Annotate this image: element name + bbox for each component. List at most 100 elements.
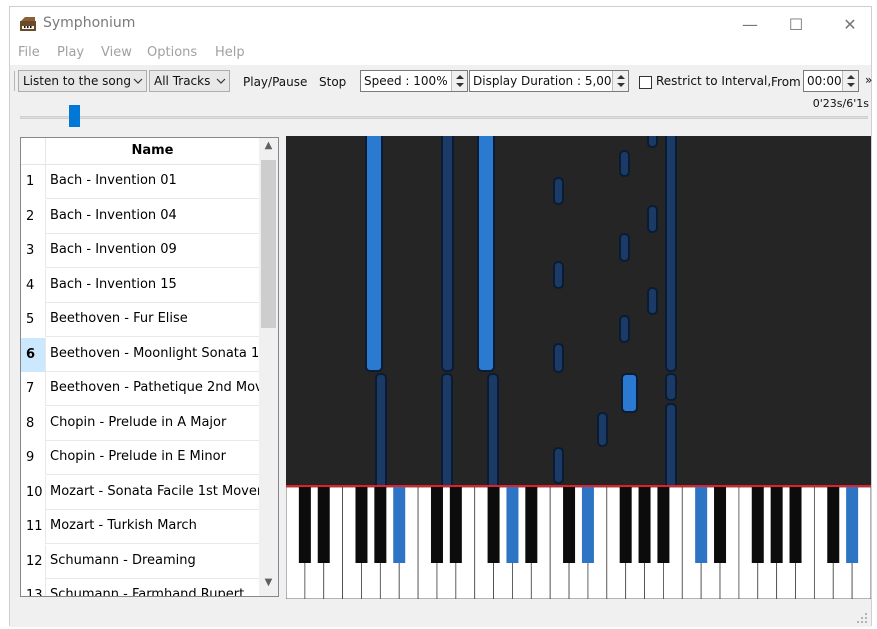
scroll-down-icon[interactable]: ▼ [259, 577, 278, 594]
song-row[interactable]: 2 Bach - Invention 04 [21, 199, 259, 234]
menu-play[interactable]: Play [57, 45, 84, 60]
app-window: Symphonium — ☐ ✕ File Play View Options … [9, 6, 872, 627]
falling-note [621, 373, 638, 413]
play-pause-button[interactable]: Play/Pause [243, 75, 307, 89]
song-row-number: 10 [21, 475, 46, 510]
song-row-title: Bach - Invention 01 [50, 173, 177, 188]
black-key[interactable] [638, 487, 651, 563]
minimize-button[interactable]: — [727, 7, 773, 41]
falling-note [441, 130, 454, 372]
window-title: Symphonium [43, 15, 136, 31]
black-key[interactable] [789, 487, 802, 563]
falling-note [553, 261, 564, 289]
speed-value: Speed : 100% [364, 74, 448, 88]
stop-button[interactable]: Stop [319, 75, 346, 89]
menu-options[interactable]: Options [147, 45, 197, 60]
song-row-title: Schumann - Dreaming [50, 552, 196, 568]
from-label: From [771, 75, 801, 89]
falling-note [553, 343, 564, 373]
black-key[interactable] [827, 487, 840, 563]
pressed-black-key[interactable] [695, 487, 708, 563]
black-key[interactable] [374, 487, 387, 563]
song-row-title: Mozart - Sonata Facile 1st Movement [50, 483, 259, 499]
menu-bar: File Play View Options Help [10, 41, 871, 65]
title-bar: Symphonium — ☐ ✕ [10, 7, 871, 41]
scroll-thumb[interactable] [261, 160, 276, 328]
black-key[interactable] [714, 487, 727, 563]
pressed-black-key[interactable] [846, 487, 859, 563]
song-row-number: 8 [21, 406, 46, 441]
falling-note [647, 205, 658, 233]
spin-arrows-icon [456, 75, 464, 87]
falling-note [597, 412, 608, 447]
song-row[interactable]: 8 Chopin - Prelude in A Major [21, 406, 259, 441]
song-row[interactable]: 3 Bach - Invention 09 [21, 234, 259, 268]
toolbar: Listen to the song All Tracks Play/Pause… [10, 65, 872, 95]
song-row[interactable]: 4 Bach - Invention 15 [21, 268, 259, 303]
piano-app-icon [20, 17, 36, 31]
pressed-black-key[interactable] [506, 487, 519, 563]
black-key[interactable] [430, 487, 443, 563]
black-key[interactable] [355, 487, 368, 563]
tracks-select[interactable]: All Tracks [149, 70, 230, 92]
song-row-title: Schumann - Farmhand Rupert [50, 587, 245, 597]
song-row[interactable]: 1 Bach - Invention 01 [21, 165, 259, 199]
mode-select[interactable]: Listen to the song [18, 70, 147, 92]
song-row-number: 13 [21, 579, 46, 596]
spin-arrows-icon [617, 75, 625, 87]
scroll-up-icon[interactable]: ▲ [259, 140, 278, 157]
seek-slider-handle[interactable] [69, 105, 81, 127]
song-row[interactable]: 5 Beethoven - Fur Elise [21, 303, 259, 337]
song-row[interactable]: 12 Schumann - Dreaming [21, 544, 259, 579]
song-row[interactable]: 10Mozart - Sonata Facile 1st Movement [21, 475, 259, 510]
black-key[interactable] [487, 487, 500, 563]
from-time-spinbox[interactable]: 00:00 [803, 70, 859, 92]
song-row-number: 6 [21, 337, 46, 372]
name-column-header[interactable]: Name [46, 143, 259, 158]
list-scrollbar[interactable]: ▲ ▼ [259, 138, 278, 596]
black-key[interactable] [317, 487, 330, 563]
menu-view[interactable]: View [101, 45, 132, 60]
pressed-black-key[interactable] [581, 487, 594, 563]
resize-grip-icon[interactable] [856, 612, 868, 624]
spin-arrows-icon [847, 75, 855, 87]
menu-file[interactable]: File [18, 45, 40, 60]
song-list: Name 1 Bach - Invention 01 2 Bach - Inventi… [20, 137, 279, 597]
black-key[interactable] [657, 487, 670, 563]
from-time-value: 00:00 [807, 74, 842, 88]
falling-note [665, 130, 677, 372]
song-row[interactable]: 6 Beethoven - Moonlight Sonata 1st [21, 337, 259, 372]
falling-note [647, 130, 658, 148]
speed-spinbox[interactable]: Speed : 100% [360, 70, 468, 92]
status-bar [10, 603, 871, 627]
black-key[interactable] [298, 487, 311, 563]
restrict-interval-label: Restrict to Interval, [656, 74, 772, 88]
seek-slider-track[interactable] [20, 116, 868, 119]
from-time-stepper[interactable] [842, 71, 858, 91]
falling-note [441, 373, 453, 490]
black-key[interactable] [525, 487, 538, 563]
close-button[interactable]: ✕ [827, 7, 873, 41]
song-row[interactable]: 11 Mozart - Turkish March [21, 510, 259, 544]
song-row-number: 4 [21, 268, 46, 303]
duration-stepper[interactable] [612, 71, 628, 91]
display-duration-spinbox[interactable]: Display Duration : 5,00s [469, 70, 629, 92]
menu-help[interactable]: Help [215, 45, 245, 60]
maximize-button[interactable]: ☐ [773, 7, 819, 41]
pressed-black-key[interactable] [393, 487, 406, 563]
song-row[interactable]: 13 Schumann - Farmhand Rupert [21, 579, 259, 597]
black-key[interactable] [449, 487, 462, 563]
black-key[interactable] [619, 487, 632, 563]
display-duration-value: Display Duration : 5,00s [473, 74, 618, 88]
toolbar-overflow-button[interactable]: » [865, 73, 872, 87]
black-key[interactable] [751, 487, 764, 563]
restrict-interval-checkbox[interactable] [639, 76, 652, 89]
song-row[interactable]: 7 Beethoven - Pathetique 2nd Movement [21, 372, 259, 406]
song-row-title: Beethoven - Moonlight Sonata 1st [50, 345, 259, 361]
song-row-number: 12 [21, 544, 46, 579]
black-key[interactable] [770, 487, 783, 563]
speed-stepper[interactable] [451, 71, 467, 91]
song-row-number: 9 [21, 441, 46, 475]
song-row[interactable]: 9 Chopin - Prelude in E Minor [21, 441, 259, 475]
black-key[interactable] [563, 487, 576, 563]
